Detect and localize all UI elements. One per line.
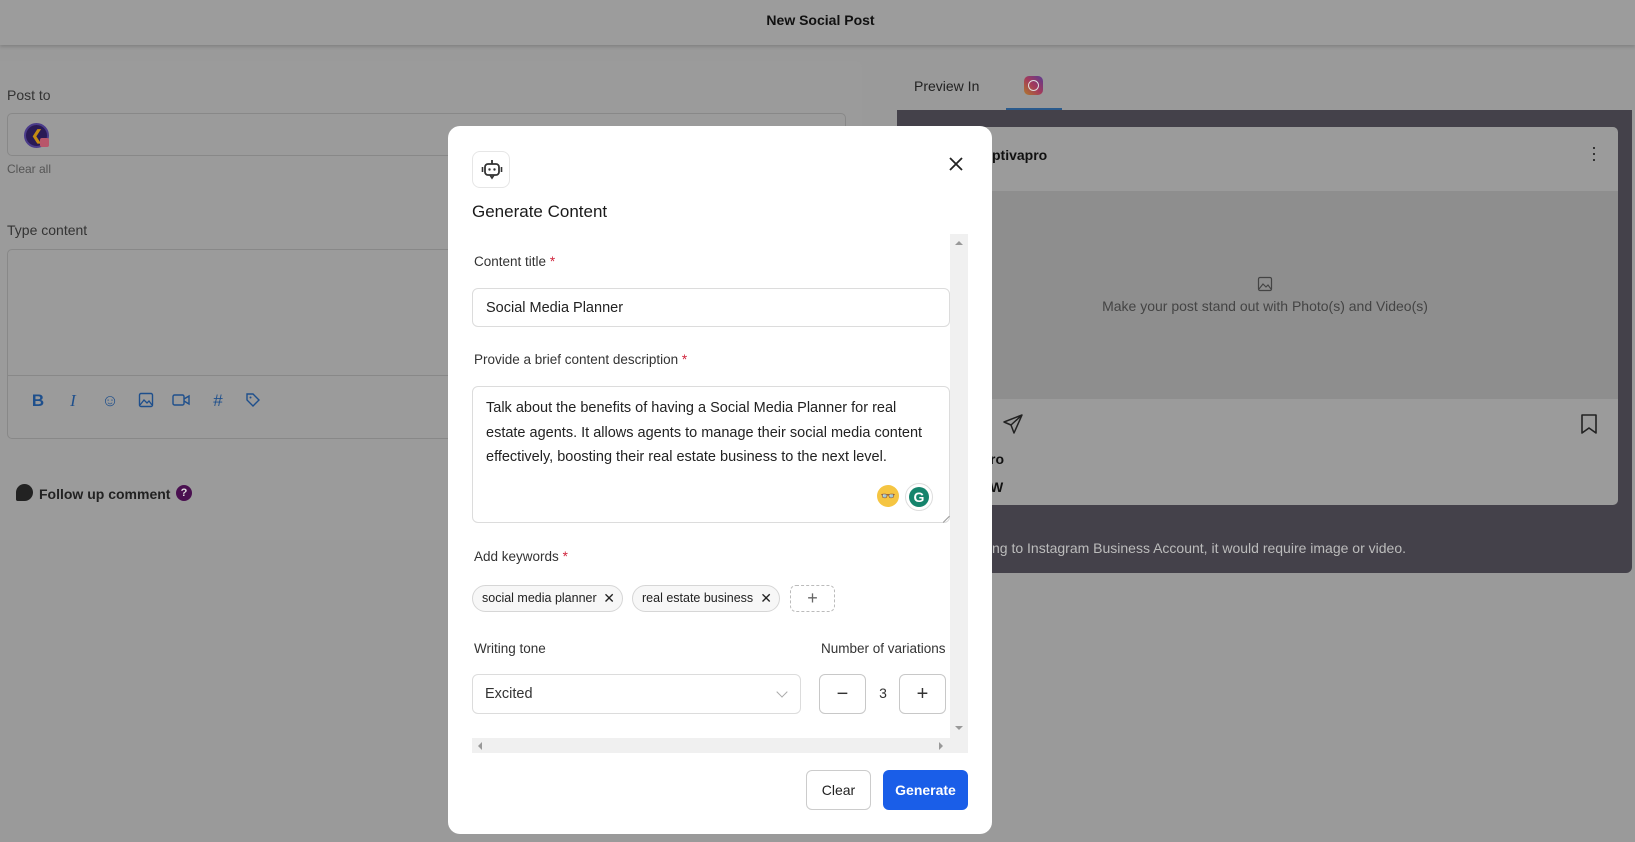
grammarly-icon[interactable]: G xyxy=(905,483,933,511)
content-title-label: Content title * xyxy=(474,254,555,269)
help-icon[interactable]: ? xyxy=(176,485,192,501)
description-label: Provide a brief content description * xyxy=(474,352,687,367)
media-placeholder-text: Make your post stand out with Photo(s) a… xyxy=(1102,298,1428,314)
bold-icon[interactable]: B xyxy=(29,392,47,410)
variations-label: Number of variations xyxy=(821,641,946,656)
nerd-emoji-icon[interactable]: 👓 xyxy=(877,485,899,507)
tag-icon[interactable] xyxy=(244,392,262,410)
content-title-input[interactable]: Social Media Planner xyxy=(472,288,950,327)
tab-instagram[interactable] xyxy=(1006,68,1062,110)
follow-up-comment-label: Follow up comment xyxy=(39,486,171,502)
label-text: Content title xyxy=(474,254,547,269)
variations-value: 3 xyxy=(879,685,887,701)
keyword-chip: real estate business ✕ xyxy=(632,585,780,612)
scroll-up-arrow[interactable] xyxy=(955,241,963,245)
keyword-chip: social media planner ✕ xyxy=(472,585,623,612)
instagram-badge-icon xyxy=(40,138,49,147)
keyword-text: real estate business xyxy=(642,591,754,605)
comment-icon xyxy=(16,484,33,501)
keywords-label: Add keywords * xyxy=(474,549,568,564)
preview-username: ptivapro xyxy=(992,147,1048,163)
horizontal-scrollbar[interactable] xyxy=(472,738,968,753)
emoji-icon[interactable]: ☺ xyxy=(101,392,119,410)
remove-keyword-icon[interactable]: ✕ xyxy=(603,586,615,611)
required-mark: * xyxy=(549,254,556,269)
generate-button[interactable]: Generate xyxy=(883,770,968,810)
writing-tone-select[interactable]: Excited xyxy=(472,674,801,714)
required-mark: * xyxy=(562,549,568,564)
required-mark: * xyxy=(681,352,688,367)
robot-icon xyxy=(472,151,510,188)
scroll-down-arrow[interactable] xyxy=(955,726,963,730)
instagram-icon xyxy=(1024,76,1043,95)
italic-icon[interactable]: I xyxy=(64,392,82,410)
hashtag-icon[interactable]: # xyxy=(209,392,227,410)
page-title: New Social Post xyxy=(766,12,875,28)
caption-username: ro xyxy=(990,451,1004,467)
clear-all-link[interactable]: Clear all xyxy=(7,162,51,176)
preview-in-label: Preview In xyxy=(914,78,980,94)
account-avatar[interactable]: ❮ xyxy=(24,123,49,148)
writing-tone-label: Writing tone xyxy=(474,641,546,656)
share-icon[interactable] xyxy=(1002,413,1024,440)
bookmark-icon[interactable] xyxy=(1580,413,1598,440)
add-keyword-button[interactable]: + xyxy=(790,585,835,612)
image-icon[interactable] xyxy=(137,392,155,410)
photo-icon xyxy=(1257,276,1273,297)
selected-tone: Excited xyxy=(485,686,533,702)
keyword-text: social media planner xyxy=(482,591,597,605)
type-content-label: Type content xyxy=(7,222,88,238)
video-icon[interactable] xyxy=(172,392,190,410)
top-header: New Social Post xyxy=(0,0,1635,45)
scroll-left-arrow[interactable] xyxy=(478,742,482,750)
remove-keyword-icon[interactable]: ✕ xyxy=(760,586,772,611)
label-text: Provide a brief content description xyxy=(474,352,679,367)
increment-button[interactable]: + xyxy=(899,674,946,714)
instagram-post-preview xyxy=(909,127,1618,505)
clear-button[interactable]: Clear xyxy=(806,770,871,810)
chevron-down-icon xyxy=(776,686,788,698)
decrement-button[interactable]: − xyxy=(819,674,866,714)
label-text: Add keywords xyxy=(474,549,559,564)
more-options-icon[interactable]: · · · xyxy=(1590,138,1598,168)
post-to-label: Post to xyxy=(7,87,51,103)
modal-title: Generate Content xyxy=(472,202,608,221)
close-icon[interactable] xyxy=(946,154,966,174)
instagram-requirement-note: ng to Instagram Business Account, it wou… xyxy=(992,540,1406,556)
vertical-scrollbar[interactable] xyxy=(950,234,968,738)
scroll-right-arrow[interactable] xyxy=(939,742,943,750)
